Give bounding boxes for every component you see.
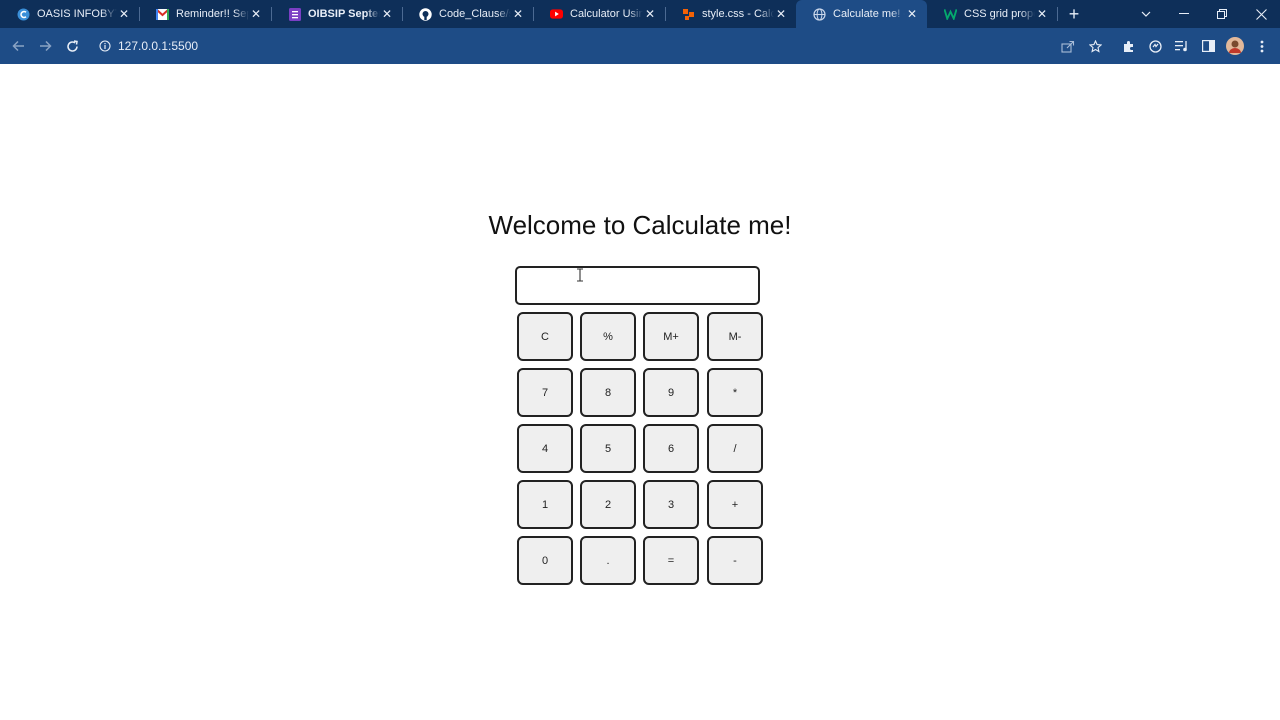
menu-button[interactable] — [1252, 36, 1272, 56]
tab-title: style.css - Calcul — [702, 8, 774, 20]
divide-button[interactable]: / — [707, 424, 763, 473]
memory-subtract-button[interactable]: M- — [707, 312, 763, 361]
star-icon — [1088, 39, 1102, 53]
gmail-icon — [156, 8, 169, 21]
text-cursor-icon — [577, 268, 583, 282]
tab-search-button[interactable] — [1127, 0, 1165, 28]
close-icon[interactable]: ✕ — [380, 7, 394, 21]
tab-title: CSS grid propert — [964, 8, 1035, 20]
digit-1-button[interactable]: 1 — [517, 480, 573, 529]
digit-0-button[interactable]: 0 — [517, 536, 573, 585]
tab-title: Calculator Using — [570, 8, 643, 20]
close-icon — [1255, 8, 1267, 20]
share-icon — [1061, 40, 1075, 53]
multiply-button[interactable]: * — [707, 368, 763, 417]
tab-calculate-me[interactable]: Calculate me! - ✕ — [796, 0, 927, 28]
tab-style-css[interactable]: style.css - Calcul ✕ — [665, 0, 796, 28]
puzzle-icon — [1123, 40, 1133, 52]
share-button[interactable] — [1058, 36, 1078, 56]
tab-title: Reminder!! Septe — [176, 8, 249, 20]
side-panel-button[interactable] — [1198, 36, 1218, 56]
close-icon[interactable]: ✕ — [905, 7, 919, 21]
youtube-icon — [550, 8, 563, 21]
forms-icon — [288, 7, 301, 21]
side-panel-icon — [1201, 40, 1215, 52]
page-title: Welcome to Calculate me! — [488, 210, 792, 240]
tab-title: OIBSIP Septemb — [308, 8, 380, 20]
arrow-right-icon — [39, 40, 52, 52]
close-icon[interactable]: ✕ — [1035, 7, 1049, 21]
oasis-logo-icon — [17, 8, 30, 21]
percent-button[interactable]: % — [580, 312, 636, 361]
media-control-button[interactable] — [1172, 36, 1192, 56]
tab-strip: OASIS INFOBYTE ✕ Reminder!! Septe ✕ OIBS… — [0, 0, 1280, 28]
info-icon[interactable] — [99, 40, 111, 52]
new-tab-button[interactable]: + — [1064, 4, 1084, 24]
digit-7-button[interactable]: 7 — [517, 368, 573, 417]
digit-5-button[interactable]: 5 — [580, 424, 636, 473]
add-button[interactable]: + — [707, 480, 763, 529]
decimal-button[interactable]: . — [580, 536, 636, 585]
globe-icon — [813, 7, 826, 21]
digit-2-button[interactable]: 2 — [580, 480, 636, 529]
profile-button[interactable] — [1225, 36, 1245, 56]
reload-icon — [66, 39, 78, 52]
avatar — [1226, 37, 1244, 55]
clear-button[interactable]: C — [517, 312, 573, 361]
tab-w3schools[interactable]: CSS grid propert ✕ — [927, 0, 1057, 28]
tab-youtube[interactable]: Calculator Using ✕ — [533, 0, 665, 28]
close-icon[interactable]: ✕ — [249, 7, 263, 21]
extensions-button[interactable] — [1118, 36, 1138, 56]
extension-button[interactable] — [1145, 36, 1165, 56]
digit-9-button[interactable]: 9 — [643, 368, 699, 417]
playlist-icon — [1175, 41, 1187, 52]
tab-title: Calculate me! - — [833, 8, 905, 20]
minimize-button[interactable] — [1165, 0, 1203, 28]
close-icon[interactable]: ✕ — [774, 7, 788, 21]
back-button[interactable] — [8, 36, 28, 56]
browser-toolbar: 127.0.0.1:5500 — [0, 28, 1280, 64]
tab-github[interactable]: Code_Clause/src ✕ — [402, 0, 533, 28]
extension-icon — [1148, 39, 1162, 53]
digit-8-button[interactable]: 8 — [580, 368, 636, 417]
url-text: 127.0.0.1:5500 — [118, 39, 199, 53]
digit-4-button[interactable]: 4 — [517, 424, 573, 473]
close-window-button[interactable] — [1242, 0, 1280, 28]
forward-button[interactable] — [35, 36, 55, 56]
github-icon — [419, 7, 432, 21]
more-vertical-icon — [1260, 40, 1264, 52]
subtract-button[interactable]: - — [707, 536, 763, 585]
bookmark-button[interactable] — [1085, 36, 1105, 56]
equals-button[interactable]: = — [643, 536, 699, 585]
minimize-icon — [1179, 13, 1189, 14]
code-editor-icon — [682, 8, 695, 21]
w3schools-icon — [944, 8, 957, 21]
chevron-down-icon — [1141, 11, 1151, 17]
tab-title: Code_Clause/src — [439, 8, 511, 20]
digit-3-button[interactable]: 3 — [643, 480, 699, 529]
reload-button[interactable] — [62, 36, 82, 56]
close-icon[interactable]: ✕ — [511, 7, 525, 21]
calculator-display[interactable] — [515, 266, 760, 305]
close-icon[interactable]: ✕ — [643, 7, 657, 21]
tab-title: OASIS INFOBYTE — [37, 8, 117, 20]
tab-oibsip[interactable]: OIBSIP Septemb ✕ — [271, 0, 402, 28]
tab-oasis-infobyte[interactable]: OASIS INFOBYTE ✕ — [0, 0, 139, 28]
digit-6-button[interactable]: 6 — [643, 424, 699, 473]
arrow-left-icon — [11, 40, 24, 52]
restore-icon — [1217, 9, 1227, 19]
tab-gmail[interactable]: Reminder!! Septe ✕ — [139, 0, 271, 28]
memory-add-button[interactable]: M+ — [643, 312, 699, 361]
address-bar[interactable]: 127.0.0.1:5500 — [90, 32, 1112, 60]
close-icon[interactable]: ✕ — [117, 7, 131, 21]
restore-button[interactable] — [1203, 0, 1241, 28]
